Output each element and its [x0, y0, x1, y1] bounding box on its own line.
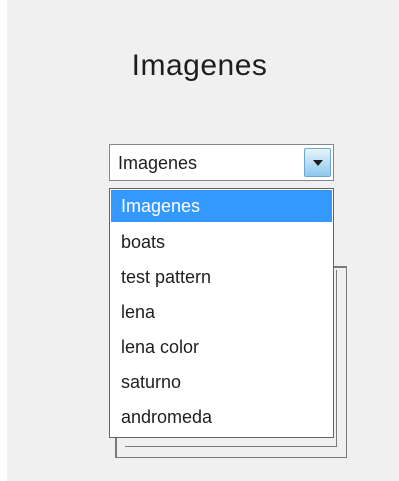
image-select-value: Imagenes [118, 153, 198, 173]
image-dropdown-list[interactable]: Imagenes boats test pattern lena lena co… [109, 188, 334, 438]
page-title: Imagenes [131, 49, 268, 82]
option-andromeda[interactable]: andromeda [111, 401, 332, 433]
image-frame-inner-edge [336, 270, 337, 446]
option-test-pattern[interactable]: test pattern [111, 261, 332, 293]
option-boats[interactable]: boats [111, 226, 332, 258]
option-imagenes[interactable]: Imagenes [111, 190, 332, 222]
dropdown-button[interactable] [304, 148, 331, 177]
image-frame-inner-bottom [125, 446, 337, 447]
option-saturno[interactable]: saturno [111, 366, 332, 398]
option-lena[interactable]: lena [111, 296, 332, 328]
image-select[interactable]: Imagenes [109, 144, 334, 181]
option-lena-color[interactable]: lena color [111, 331, 332, 363]
chevron-down-icon [313, 160, 323, 166]
